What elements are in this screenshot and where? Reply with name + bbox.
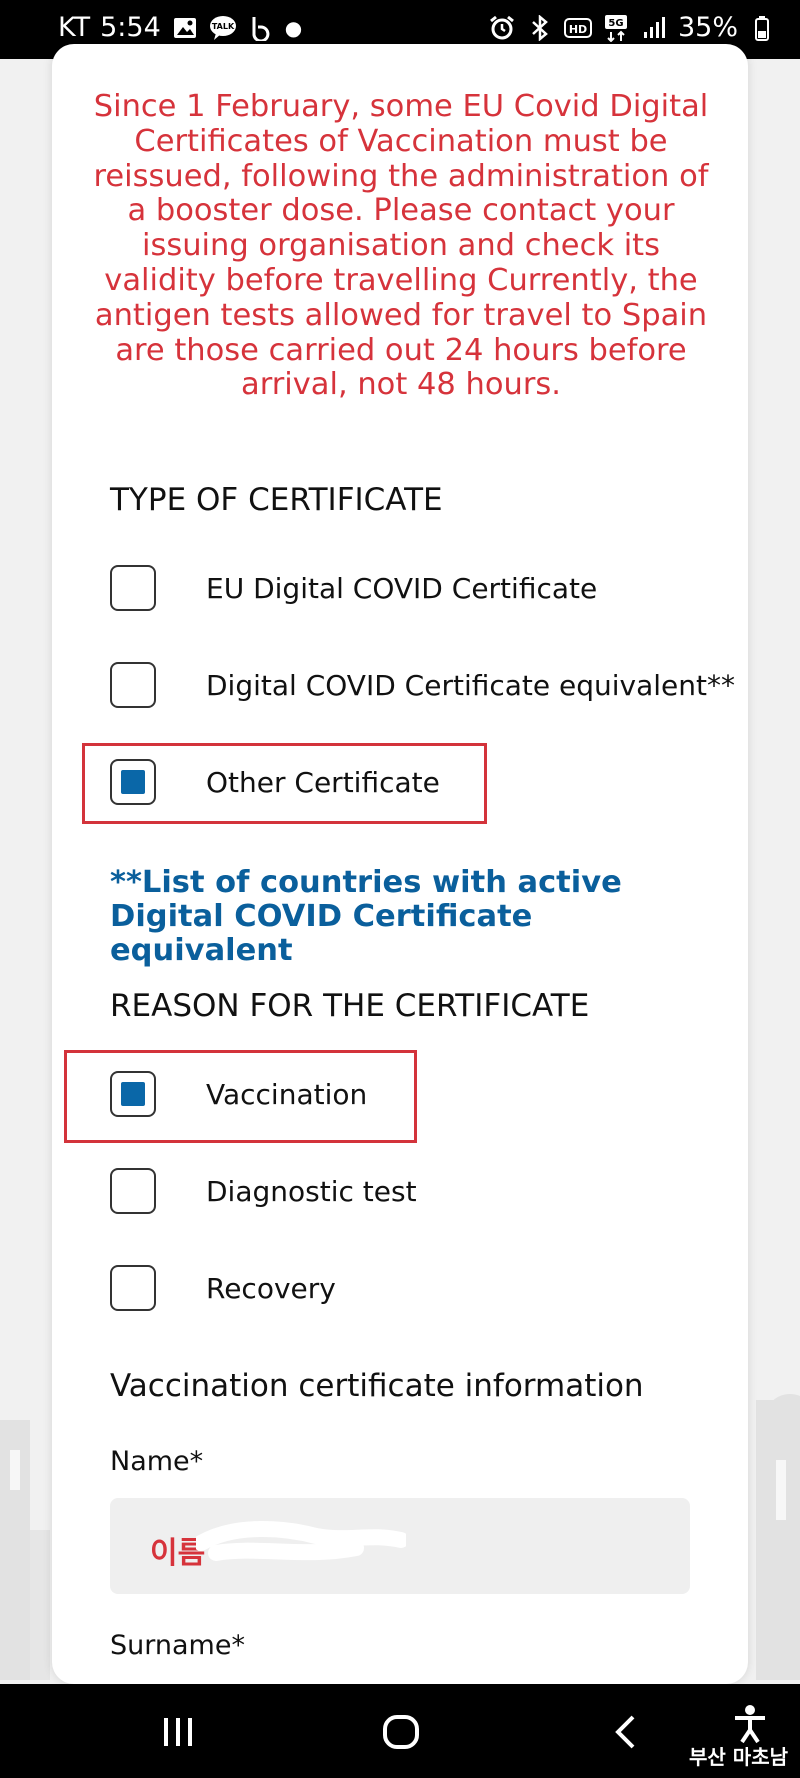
option-recovery[interactable]: Recovery [110, 1262, 336, 1314]
battery-percent: 35% [677, 12, 738, 43]
image-icon [171, 14, 199, 42]
watermark-text: 부산 마초남 [689, 1745, 788, 1769]
recent-apps-icon[interactable] [148, 1702, 208, 1762]
surname-field-label: Surname* [110, 1630, 245, 1661]
checkbox-recovery[interactable] [110, 1265, 156, 1311]
name-input[interactable]: 이름 [110, 1498, 690, 1594]
alarm-icon [488, 14, 516, 42]
talk-badge: TALK [212, 22, 235, 31]
network-5g-icon: 5G [602, 14, 630, 42]
checkbox-digital-covid-certificate-equivalent[interactable] [110, 662, 156, 708]
option-label: Diagnostic test [206, 1174, 417, 1208]
carrier-label: KT [58, 12, 91, 43]
home-icon[interactable] [371, 1702, 431, 1762]
option-label: Recovery [206, 1271, 336, 1305]
clock: 5:54 [100, 12, 161, 43]
option-eu-digital-covid-certificate[interactable]: EU Digital COVID Certificate [110, 562, 597, 614]
equivalent-countries-link[interactable]: **List of countries with active Digital … [110, 866, 720, 968]
b-app-icon [247, 14, 275, 42]
option-label: EU Digital COVID Certificate [206, 571, 598, 605]
checkbox-eu-digital-covid-certificate[interactable] [110, 565, 156, 611]
back-icon[interactable] [595, 1702, 655, 1762]
highlight-box-other-certificate [82, 743, 487, 824]
hd-badge: HD [569, 23, 587, 36]
highlight-box-vaccination [64, 1050, 417, 1143]
talk-icon: TALK [209, 14, 237, 42]
vaccination-info-title: Vaccination certificate information [110, 1368, 644, 1404]
notification-dot-icon: ● [284, 15, 303, 40]
name-field-label: Name* [110, 1446, 204, 1477]
travel-notice: Since 1 February, some EU Covid Digital … [93, 89, 709, 403]
certificate-type-title: TYPE OF CERTIFICATE [110, 482, 443, 518]
checkbox-diagnostic-test[interactable] [110, 1168, 156, 1214]
navigation-bar: 부산 마초남 [0, 1684, 800, 1778]
hd-voice-icon: HD [563, 14, 592, 42]
option-digital-covid-certificate-equivalent[interactable]: Digital COVID Certificate equivalent** [110, 659, 735, 711]
bluetooth-icon [526, 14, 554, 42]
battery-icon [748, 14, 776, 42]
redaction-scribble [196, 1521, 406, 1561]
reason-title: REASON FOR THE CERTIFICATE [110, 988, 590, 1024]
network-label: 5G [608, 18, 623, 29]
option-label: Digital COVID Certificate equivalent** [206, 668, 736, 702]
option-diagnostic-test[interactable]: Diagnostic test [110, 1165, 417, 1217]
signal-icon [640, 14, 668, 42]
